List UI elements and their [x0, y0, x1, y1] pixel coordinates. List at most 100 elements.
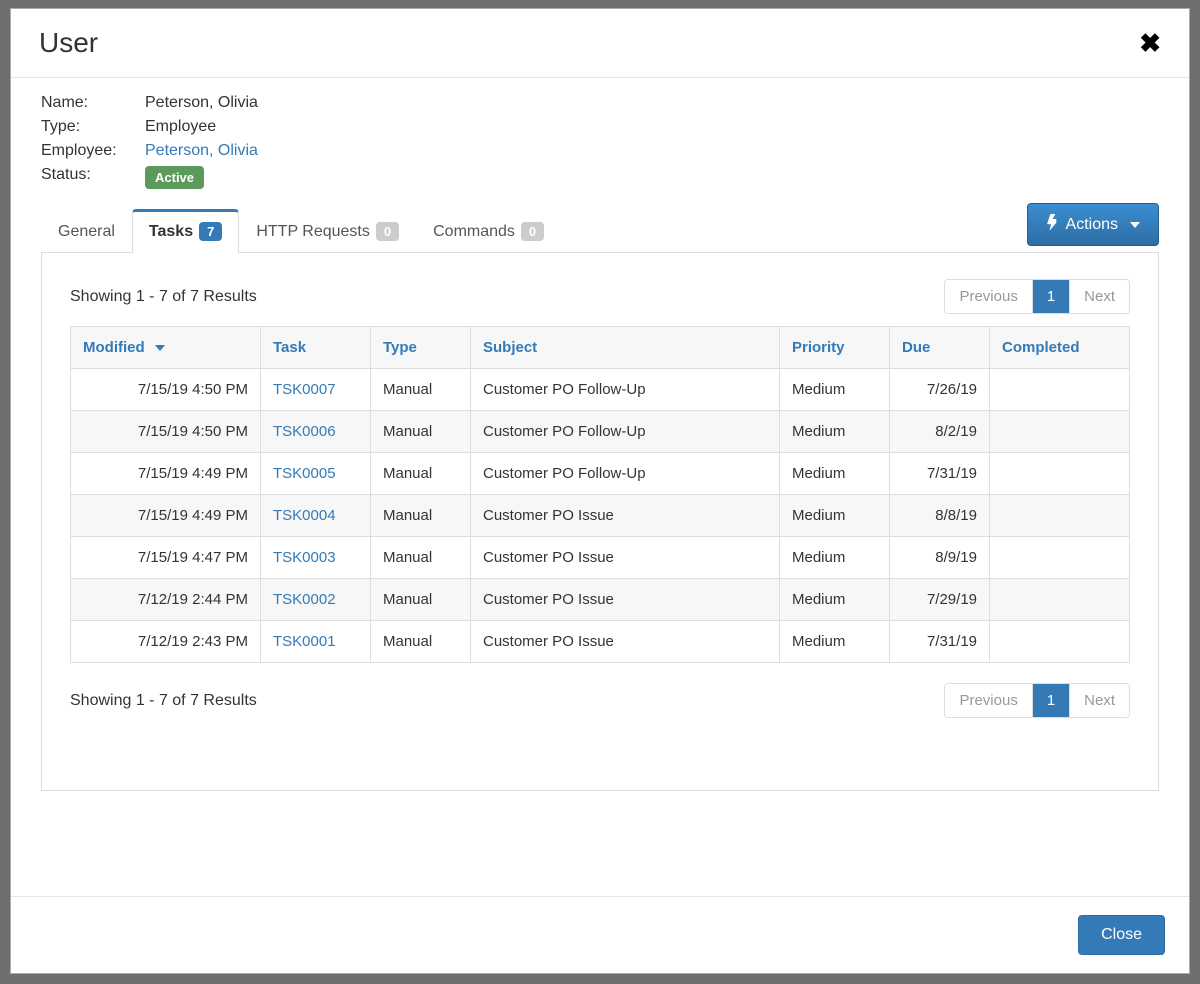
status-badge: Active — [145, 166, 204, 189]
cell-priority: Medium — [780, 621, 890, 663]
cell-task: TSK0002 — [261, 579, 371, 621]
label-type: Type: — [41, 118, 141, 136]
col-completed[interactable]: Completed — [990, 327, 1130, 369]
tab-commands-count: 0 — [521, 222, 544, 241]
cell-priority: Medium — [780, 579, 890, 621]
cell-completed — [990, 579, 1130, 621]
cell-priority: Medium — [780, 411, 890, 453]
pager-next-top[interactable]: Next — [1070, 280, 1129, 313]
cell-due: 8/9/19 — [890, 537, 990, 579]
cell-due: 7/29/19 — [890, 579, 990, 621]
table-row: 7/12/19 2:43 PM TSK0001 ManualCustomer PO … — [71, 621, 1130, 663]
label-status: Status: — [41, 166, 141, 189]
pager-top: Previous 1 Next — [944, 279, 1130, 314]
col-due[interactable]: Due — [890, 327, 990, 369]
cell-modified: 7/12/19 2:43 PM — [71, 621, 261, 663]
cell-priority: Medium — [780, 495, 890, 537]
cell-priority: Medium — [780, 537, 890, 579]
cell-subject: Customer PO Issue — [471, 537, 780, 579]
results-bar-top: Showing 1 - 7 of 7 Results Previous 1 Ne… — [70, 279, 1130, 314]
pager-next-bottom[interactable]: Next — [1070, 684, 1129, 717]
modal-body: Name: Peterson, Olivia Type: Employee Em… — [11, 78, 1189, 896]
cell-type: Manual — [371, 495, 471, 537]
task-link[interactable]: TSK0002 — [273, 591, 336, 608]
sort-desc-icon — [155, 345, 165, 351]
col-subject[interactable]: Subject — [471, 327, 780, 369]
tab-general[interactable]: General — [41, 212, 132, 253]
user-modal: User ✖ Name: Peterson, Olivia Type: Empl… — [10, 8, 1190, 974]
task-link[interactable]: TSK0004 — [273, 507, 336, 524]
col-modified[interactable]: Modified — [71, 327, 261, 369]
cell-subject: Customer PO Follow-Up — [471, 411, 780, 453]
modal-title: User — [39, 27, 98, 59]
tab-commands[interactable]: Commands 0 — [416, 211, 561, 253]
results-summary-bottom: Showing 1 - 7 of 7 Results — [70, 692, 257, 710]
col-task[interactable]: Task — [261, 327, 371, 369]
tab-commands-label: Commands — [433, 223, 515, 241]
cell-type: Manual — [371, 453, 471, 495]
employee-link[interactable]: Peterson, Olivia — [145, 142, 258, 159]
cell-subject: Customer PO Follow-Up — [471, 453, 780, 495]
cell-subject: Customer PO Issue — [471, 495, 780, 537]
cell-priority: Medium — [780, 369, 890, 411]
modal-header: User ✖ — [11, 9, 1189, 78]
cell-priority: Medium — [780, 453, 890, 495]
cell-task: TSK0007 — [261, 369, 371, 411]
tab-tasks-count: 7 — [199, 222, 222, 241]
task-link[interactable]: TSK0001 — [273, 633, 336, 650]
cell-type: Manual — [371, 369, 471, 411]
cell-type: Manual — [371, 621, 471, 663]
task-link[interactable]: TSK0003 — [273, 549, 336, 566]
tab-http-label: HTTP Requests — [256, 223, 370, 241]
col-modified-label: Modified — [83, 339, 145, 356]
cell-due: 7/26/19 — [890, 369, 990, 411]
cell-completed — [990, 369, 1130, 411]
cell-modified: 7/15/19 4:50 PM — [71, 369, 261, 411]
pager-page-bottom[interactable]: 1 — [1033, 684, 1070, 717]
cell-type: Manual — [371, 579, 471, 621]
cell-modified: 7/15/19 4:49 PM — [71, 453, 261, 495]
tab-http-requests[interactable]: HTTP Requests 0 — [239, 211, 416, 253]
actions-button[interactable]: Actions — [1027, 203, 1159, 246]
cell-subject: Customer PO Issue — [471, 621, 780, 663]
pager-page-top[interactable]: 1 — [1033, 280, 1070, 313]
pager-prev-bottom[interactable]: Previous — [945, 684, 1032, 717]
col-type[interactable]: Type — [371, 327, 471, 369]
cell-due: 8/2/19 — [890, 411, 990, 453]
table-row: 7/12/19 2:44 PMTSK0002ManualCustomer PO … — [71, 579, 1130, 621]
task-link[interactable]: TSK0006 — [273, 423, 336, 440]
table-row: 7/15/19 4:50 PMTSK0007ManualCustomer PO … — [71, 369, 1130, 411]
cell-type: Manual — [371, 537, 471, 579]
tasks-panel: Showing 1 - 7 of 7 Results Previous 1 Ne… — [41, 253, 1159, 791]
cell-modified: 7/15/19 4:47 PM — [71, 537, 261, 579]
cell-due: 7/31/19 — [890, 453, 990, 495]
pager-prev-top[interactable]: Previous — [945, 280, 1032, 313]
task-link[interactable]: TSK0005 — [273, 465, 336, 482]
results-bar-bottom: Showing 1 - 7 of 7 Results Previous 1 Ne… — [70, 683, 1130, 718]
tab-general-label: General — [58, 223, 115, 241]
cell-type: Manual — [371, 411, 471, 453]
cell-task: TSK0005 — [261, 453, 371, 495]
tab-tasks[interactable]: Tasks 7 — [132, 209, 239, 253]
cell-modified: 7/15/19 4:49 PM — [71, 495, 261, 537]
table-row: 7/15/19 4:50 PMTSK0006ManualCustomer PO … — [71, 411, 1130, 453]
cell-completed — [990, 495, 1130, 537]
modal-footer: Close — [11, 896, 1189, 973]
cell-completed — [990, 537, 1130, 579]
table-row: 7/15/19 4:49 PM TSK0004 ManualCustomer PO … — [71, 495, 1130, 537]
chevron-down-icon — [1130, 222, 1140, 228]
cell-due: 8/8/19 — [890, 495, 990, 537]
results-summary-top: Showing 1 - 7 of 7 Results — [70, 288, 257, 306]
cell-completed — [990, 621, 1130, 663]
tabs: General Tasks 7 HTTP Requests 0 Commands… — [41, 203, 1159, 253]
value-type: Employee — [145, 118, 1161, 136]
tab-tasks-label: Tasks — [149, 223, 193, 241]
col-priority[interactable]: Priority — [780, 327, 890, 369]
close-icon[interactable]: ✖ — [1139, 30, 1161, 56]
cell-completed — [990, 411, 1130, 453]
value-name: Peterson, Olivia — [145, 94, 1161, 112]
cell-task: TSK0004 — [261, 495, 371, 537]
tab-http-count: 0 — [376, 222, 399, 241]
task-link[interactable]: TSK0007 — [273, 381, 336, 398]
close-button[interactable]: Close — [1078, 915, 1165, 955]
